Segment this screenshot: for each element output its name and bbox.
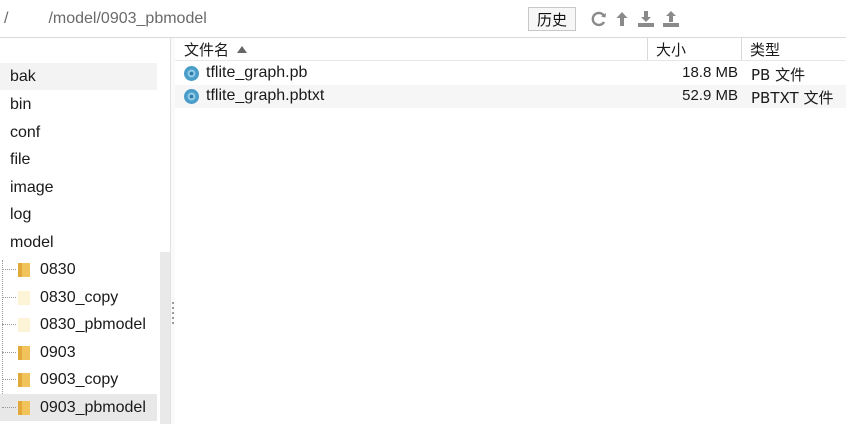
tree-connector [2,407,16,408]
tree-item-label: 0903 [40,343,76,361]
tree-item-0830-pbmodel[interactable]: 0830_pbmodel [0,311,157,338]
tree-item-0903[interactable]: 0903 [0,339,157,366]
folder-icon [18,346,30,360]
path-toolbar: 历史 [0,0,846,38]
column-header-type-label: 类型 [750,40,781,59]
column-header-name-label: 文件名 [184,40,230,59]
tree-item-label: 0830_pbmodel [40,315,146,333]
file-type: PBTXT 文件 [751,89,834,107]
tree-item-label: 0903_copy [40,370,119,388]
tree-item-image[interactable]: image [0,174,157,201]
tree-item-model[interactable]: model [0,229,157,256]
tree-item-bin[interactable]: bin [0,91,157,118]
file-type-icon [184,89,199,104]
file-type: PB 文件 [751,66,806,84]
tree-connector [2,297,16,298]
folder-icon [18,318,30,332]
column-header-size[interactable]: 大小 [647,38,741,60]
folder-icon [18,373,30,387]
column-header-type[interactable]: 类型 [741,38,846,60]
file-type-icon [184,66,199,81]
up-directory-button[interactable] [612,8,632,30]
tree-item-label: conf [10,123,41,141]
folder-icon [18,263,30,277]
upload-icon [663,11,679,27]
upload-button[interactable] [661,8,681,30]
splitter-grip[interactable] [172,302,174,327]
tree-item-label: bin [10,95,32,113]
column-header-size-label: 大小 [656,40,687,59]
tree-item-conf[interactable]: conf [0,119,157,146]
tree-item-label: bak [10,67,36,85]
tree-item-bak[interactable]: bak [0,63,157,90]
tree-connector [2,269,16,270]
tree-connector [2,352,16,353]
sort-ascending-icon [237,45,248,53]
history-button[interactable]: 历史 [528,7,576,31]
directory-tree: bak bin conf file image log model 0830 0… [0,38,170,424]
up-arrow-icon [616,12,628,26]
column-header-name[interactable]: 文件名 [184,38,644,60]
tree-item-file[interactable]: file [0,146,157,173]
tree-item-label: 0830_copy [40,288,119,306]
tree-item-label: model [10,233,54,251]
tree-item-log[interactable]: log [0,201,157,228]
tree-item-label: image [10,178,54,196]
tree-item-0830-copy[interactable]: 0830_copy [0,284,157,311]
tree-item-label: 0903_pbmodel [40,398,146,416]
tree-connector [2,379,16,380]
file-row[interactable]: tflite_graph.pb 18.8 MB PB 文件 [175,62,846,85]
download-icon [638,11,654,27]
tree-item-label: 0830 [40,260,76,278]
refresh-button[interactable] [589,8,609,30]
path-input[interactable] [0,6,528,32]
file-name: tflite_graph.pb [206,64,308,81]
folder-icon [18,401,30,415]
tree-item-0903-pbmodel[interactable]: 0903_pbmodel [0,394,157,421]
folder-icon [18,291,30,305]
download-button[interactable] [636,8,656,30]
file-size: 18.8 MB [682,64,738,81]
file-list: 文件名 大小 类型 tflite_graph.pb 18.8 MB PB 文件 … [175,38,846,424]
file-name: tflite_graph.pbtxt [206,87,325,104]
sidebar-scrollbar[interactable] [160,252,170,424]
column-header-row: 文件名 大小 类型 [175,38,846,61]
file-row[interactable]: tflite_graph.pbtxt 52.9 MB PBTXT 文件 [175,85,846,108]
file-size: 52.9 MB [682,87,738,104]
tree-item-0903-copy[interactable]: 0903_copy [0,366,157,393]
tree-item-0830[interactable]: 0830 [0,256,157,283]
tree-connector [2,324,16,325]
tree-item-label: file [10,150,31,168]
tree-item-label: log [10,205,32,223]
refresh-icon [591,11,606,27]
